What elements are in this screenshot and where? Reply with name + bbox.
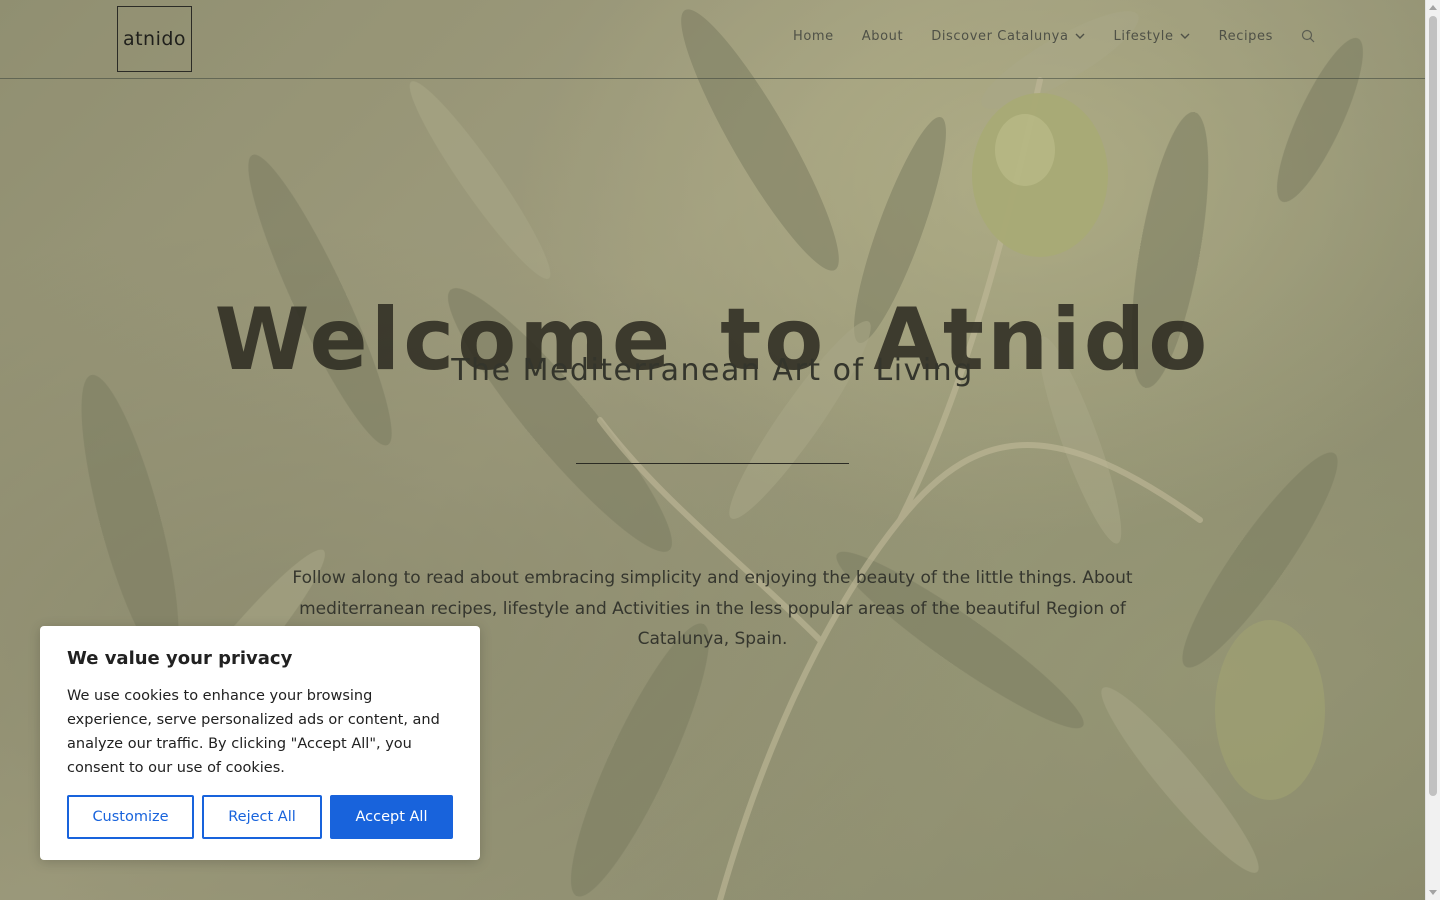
scroll-up-arrow-icon[interactable] (1429, 5, 1437, 10)
nav-item-label: Discover Catalunya (931, 28, 1069, 44)
nav-item-label: Lifestyle (1113, 28, 1174, 44)
nav-item-about[interactable]: About (862, 29, 903, 44)
search-icon[interactable] (1301, 29, 1315, 43)
nav-item-label: Recipes (1218, 28, 1273, 44)
main-nav: Home About Discover Catalunya Lifestyle … (765, 0, 1315, 72)
cookie-button-group: Customize Reject All Accept All (67, 795, 453, 839)
nav-item-recipes[interactable]: Recipes (1219, 29, 1273, 44)
hero-divider (576, 463, 849, 464)
nav-item-lifestyle[interactable]: Lifestyle (1114, 29, 1191, 44)
scroll-down-arrow-icon[interactable] (1429, 890, 1437, 895)
chevron-down-icon (1075, 33, 1085, 39)
accept-all-button[interactable]: Accept All (330, 795, 453, 839)
customize-button[interactable]: Customize (67, 795, 194, 839)
cookie-title: We value your privacy (67, 648, 293, 669)
page-scrollbar[interactable] (1425, 0, 1440, 900)
hero-subtitle: The Mediterranean Art of Living (451, 353, 974, 388)
logo-text: atnido (122, 28, 187, 50)
site-header: atnido Home About Discover Catalunya Lif… (0, 0, 1425, 79)
nav-item-label: About (861, 28, 904, 44)
reject-all-button[interactable]: Reject All (202, 795, 322, 839)
nav-item-home[interactable]: Home (793, 29, 834, 44)
page: atnido Home About Discover Catalunya Lif… (0, 0, 1440, 900)
site-logo[interactable]: atnido (117, 6, 192, 72)
cookie-consent-dialog: We value your privacy We use cookies to … (40, 626, 480, 860)
scrollbar-thumb[interactable] (1429, 16, 1437, 796)
cookie-description: We use cookies to enhance your browsing … (67, 688, 440, 776)
chevron-down-icon (1180, 33, 1190, 39)
nav-item-label: Home (792, 28, 834, 44)
nav-item-discover-catalunya[interactable]: Discover Catalunya (931, 29, 1085, 44)
